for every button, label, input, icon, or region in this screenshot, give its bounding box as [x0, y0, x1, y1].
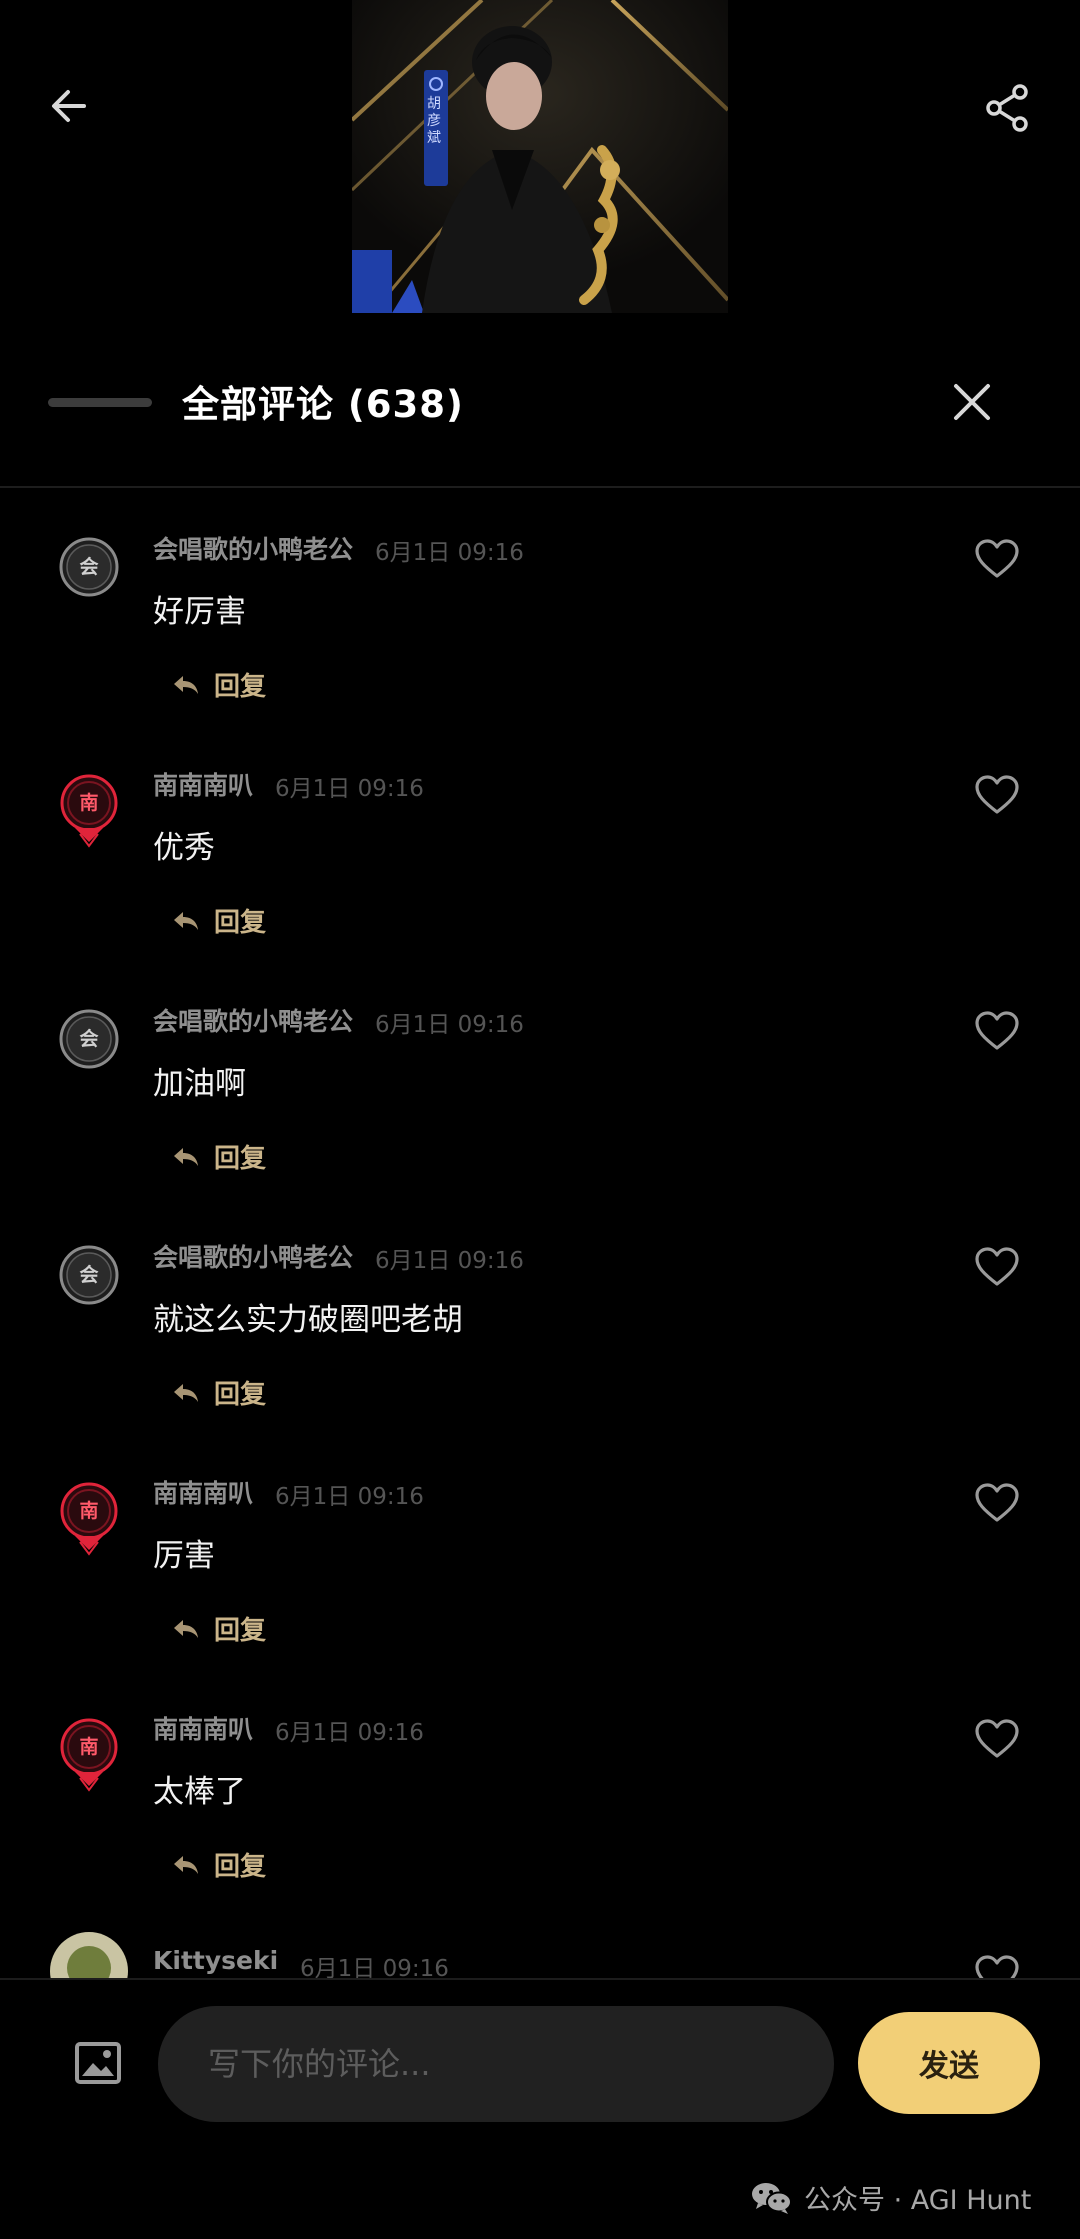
- comment-timestamp: 6月1日 09:16: [375, 1248, 524, 1274]
- reply-button[interactable]: 回复: [172, 1374, 266, 1411]
- reply-arrow-icon: [174, 911, 198, 930]
- comment-input[interactable]: [158, 2006, 834, 2122]
- comment-username[interactable]: 南南南叭: [153, 1710, 253, 1746]
- comment-username[interactable]: Kittyseki: [153, 1946, 278, 1975]
- like-button[interactable]: [974, 1246, 1020, 1288]
- reply-label: 回复: [214, 908, 267, 938]
- comment-text: 优秀: [153, 830, 215, 866]
- comment-username[interactable]: 会唱歌的小鸭老公: [153, 1238, 353, 1274]
- comment-list[interactable]: 会会唱歌的小鸭老公 6月1日 09:16 好厉害 回复南南南南叭 6月1日 09:16 优…: [0, 488, 1080, 1978]
- wechat-icon: [752, 2182, 792, 2214]
- like-button[interactable]: [974, 1718, 1020, 1760]
- comment-text: 加油啊: [153, 1066, 246, 1102]
- comment-item: 南 南南南叭 6月1日 09:16 厉害回复: [0, 1432, 1080, 1668]
- comment-item: 会 会唱歌的小鸭老公 6月1日 09:16 加油啊回复: [0, 960, 1080, 1196]
- avatar[interactable]: 会: [58, 1244, 120, 1306]
- avatar-badge-text: 南: [79, 1736, 99, 1758]
- image-button[interactable]: [74, 2039, 122, 2087]
- back-button[interactable]: [44, 78, 104, 138]
- comment-timestamp: 6月1日 09:16: [275, 776, 424, 802]
- comment-text: 好厉害: [153, 594, 246, 630]
- comment-username[interactable]: 南南南叭: [153, 1474, 253, 1510]
- avatar[interactable]: 南: [58, 772, 120, 848]
- comment-item: 会 会唱歌的小鸭老公 6月1日 09:16 就这么实力破圈吧老胡回复: [0, 1196, 1080, 1432]
- comment-item: 会 会唱歌的小鸭老公 6月1日 09:16 好厉害回复: [0, 488, 1080, 724]
- comment-username[interactable]: 会唱歌的小鸭老公: [153, 1002, 353, 1038]
- heart-icon: [975, 1719, 1019, 1758]
- avatar[interactable]: 南: [58, 1716, 120, 1792]
- reply-label: 回复: [214, 672, 267, 702]
- reply-arrow-icon: [174, 675, 198, 694]
- reply-label: 回复: [214, 1616, 267, 1646]
- avatar-badge-text: 会: [79, 556, 99, 578]
- share-button[interactable]: [978, 78, 1038, 138]
- like-button[interactable]: [974, 774, 1020, 816]
- panel-title: 全部评论 (638): [182, 383, 464, 426]
- reply-label: 回复: [214, 1380, 267, 1410]
- drag-handle[interactable]: [48, 398, 152, 407]
- comment-item: 南 南南南叭 6月1日 09:16 优秀回复: [0, 724, 1080, 960]
- like-button[interactable]: [974, 1954, 1020, 1978]
- comment-username[interactable]: 南南南叭: [153, 766, 253, 802]
- reply-arrow-icon: [174, 1147, 198, 1166]
- comment-item: 南 南南南叭 6月1日 09:16 太棒了回复: [0, 1668, 1080, 1904]
- close-button[interactable]: [944, 374, 1000, 430]
- watermark-text: 公众号 · AGI Hunt: [804, 2185, 1032, 2216]
- avatar[interactable]: 南: [58, 1480, 120, 1556]
- like-button[interactable]: [974, 1010, 1020, 1052]
- heart-icon: [975, 539, 1019, 578]
- composer-divider: [0, 1978, 1080, 1980]
- comment-text: 太棒了: [153, 1774, 246, 1810]
- avatar-badge-text: 会: [79, 1028, 99, 1050]
- send-button[interactable]: 发送: [858, 2012, 1040, 2114]
- reply-label: 回复: [214, 1852, 267, 1882]
- heart-icon: [975, 1483, 1019, 1522]
- comment-timestamp: 6月1日 09:16: [275, 1720, 424, 1746]
- comment-text: 厉害: [153, 1538, 215, 1574]
- avatar[interactable]: 会: [58, 1008, 120, 1070]
- reply-label: 回复: [214, 1144, 267, 1174]
- comment-timestamp: 6月1日 09:16: [375, 1012, 524, 1038]
- reply-button[interactable]: 回复: [172, 1846, 266, 1883]
- comment-item: Kittyseki 6月1日 09:16: [0, 1904, 1080, 1978]
- image-icon: [75, 2042, 121, 2084]
- reply-arrow-icon: [174, 1383, 198, 1402]
- reply-arrow-icon: [174, 1619, 198, 1638]
- heart-icon: [975, 1955, 1019, 1978]
- avatar[interactable]: 会: [58, 536, 120, 598]
- watermark: 公众号 · AGI Hunt: [750, 2178, 1031, 2217]
- reply-arrow-icon: [174, 1855, 198, 1874]
- reply-button[interactable]: 回复: [172, 1138, 266, 1175]
- reply-button[interactable]: 回复: [172, 666, 266, 703]
- avatar-badge-text: 南: [79, 1500, 99, 1522]
- comment-timestamp: 6月1日 09:16: [300, 1956, 449, 1978]
- avatar-badge-text: 会: [79, 1264, 99, 1286]
- comment-timestamp: 6月1日 09:16: [375, 540, 524, 566]
- avatar[interactable]: [50, 1932, 128, 1978]
- avatar-badge-text: 南: [79, 792, 99, 814]
- heart-icon: [975, 1247, 1019, 1286]
- cover-name-tag: 胡彦斌: [427, 96, 441, 146]
- comment-text: 就这么实力破圈吧老胡: [153, 1302, 463, 1338]
- heart-icon: [975, 775, 1019, 814]
- reply-button[interactable]: 回复: [172, 1610, 266, 1647]
- like-button[interactable]: [974, 1482, 1020, 1524]
- heart-icon: [975, 1011, 1019, 1050]
- cover-image: 胡彦斌: [352, 0, 728, 313]
- like-button[interactable]: [974, 538, 1020, 580]
- arrow-left-icon: [52, 90, 86, 122]
- close-icon: [954, 384, 990, 420]
- comment-timestamp: 6月1日 09:16: [275, 1484, 424, 1510]
- share-icon: [986, 84, 1028, 132]
- reply-button[interactable]: 回复: [172, 902, 266, 939]
- comment-username[interactable]: 会唱歌的小鸭老公: [153, 530, 353, 566]
